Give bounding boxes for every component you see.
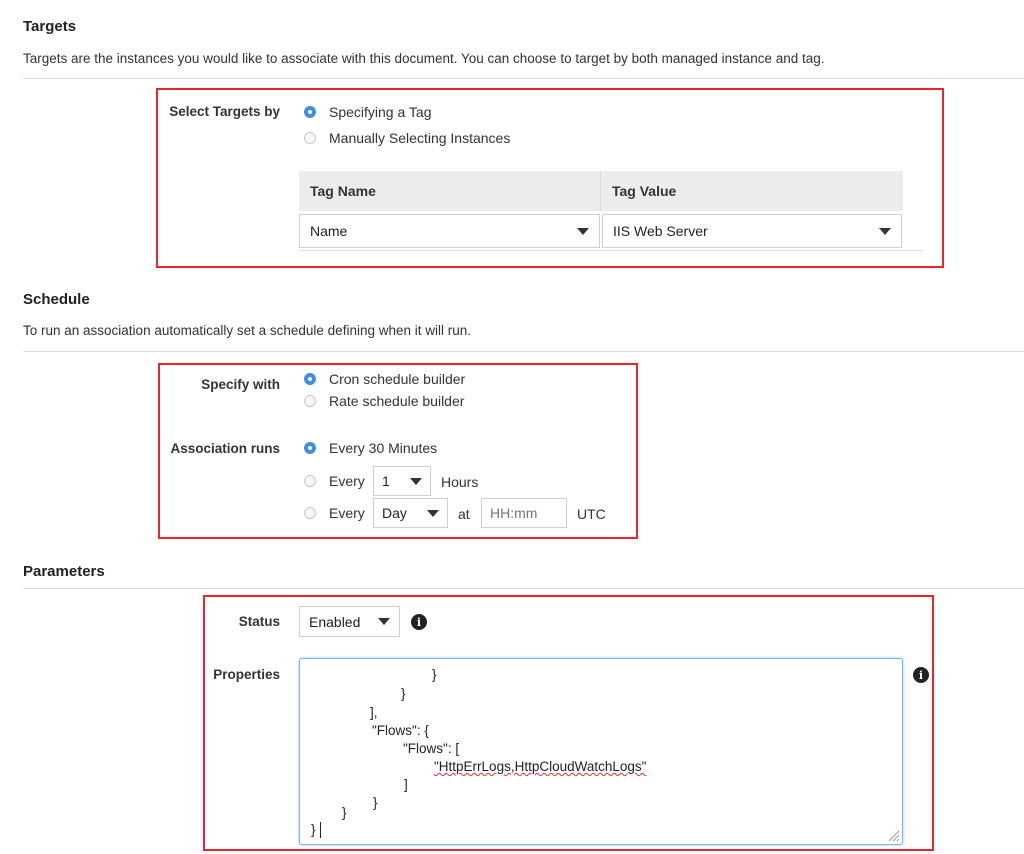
- at-label: at: [458, 506, 470, 522]
- radio-every-day[interactable]: Every: [304, 505, 365, 521]
- divider: [23, 351, 1024, 352]
- table-header-tag-value: Tag Value: [601, 171, 903, 211]
- radio-label: Every 30 Minutes: [329, 440, 438, 456]
- status-value: Enabled: [309, 613, 361, 630]
- code-line: ]: [404, 777, 408, 792]
- radio-button[interactable]: [304, 132, 316, 144]
- radio-label: Specifying a Tag: [329, 104, 432, 120]
- code-line: "Flows": [: [403, 741, 460, 756]
- code-line: ],: [370, 705, 378, 720]
- tag-name-value: Name: [310, 223, 348, 239]
- radio-specifying-tag[interactable]: Specifying a Tag: [304, 104, 431, 120]
- radio-button-selected[interactable]: [304, 442, 316, 454]
- select-targets-label: Select Targets by: [169, 104, 280, 119]
- tag-value-select[interactable]: IIS Web Server: [602, 214, 902, 248]
- radio-label: Every: [329, 473, 365, 489]
- tag-value-value: IIS Web Server: [613, 223, 708, 239]
- divider: [23, 588, 1024, 589]
- hours-value: 1: [382, 473, 390, 489]
- radio-label: Every: [329, 505, 365, 521]
- resize-grip-icon[interactable]: [886, 828, 900, 842]
- info-icon[interactable]: i: [411, 614, 427, 630]
- code-line: "Flows": {: [372, 723, 429, 738]
- parameters-heading: Parameters: [23, 563, 105, 580]
- utc-label: UTC: [577, 506, 606, 522]
- code-line: }: [311, 822, 316, 837]
- association-runs-label: Association runs: [170, 441, 280, 456]
- properties-label: Properties: [213, 667, 280, 682]
- day-value: Day: [382, 505, 407, 521]
- radio-button[interactable]: [304, 507, 316, 519]
- chevron-down-icon: [378, 618, 390, 625]
- radio-every-30-minutes[interactable]: Every 30 Minutes: [304, 440, 437, 456]
- time-input[interactable]: [481, 498, 567, 528]
- code-line: }: [401, 686, 406, 701]
- radio-every-hours[interactable]: Every: [304, 473, 365, 489]
- day-select[interactable]: Day: [373, 498, 448, 528]
- table-header-tag-name: Tag Name: [299, 171, 601, 211]
- radio-button-selected[interactable]: [304, 373, 316, 385]
- chevron-down-icon: [410, 477, 422, 485]
- code-line: }: [342, 805, 347, 820]
- code-line-spellcheck: "HttpErrLogs,HttpCloudWatchLogs": [434, 759, 647, 774]
- text-cursor: [320, 822, 321, 838]
- specify-with-label: Specify with: [201, 377, 280, 392]
- tag-name-select[interactable]: Name: [299, 214, 600, 248]
- targets-description: Targets are the instances you would like…: [23, 51, 825, 66]
- status-label: Status: [238, 614, 280, 629]
- radio-label: Rate schedule builder: [329, 393, 465, 409]
- status-select[interactable]: Enabled: [299, 606, 400, 637]
- radio-button-selected[interactable]: [304, 106, 316, 118]
- radio-button[interactable]: [304, 395, 316, 407]
- info-icon[interactable]: i: [913, 667, 929, 683]
- targets-heading: Targets: [23, 18, 77, 35]
- schedule-heading: Schedule: [23, 291, 90, 308]
- code-line: }: [432, 667, 437, 682]
- schedule-description: To run an association automatically set …: [23, 323, 471, 338]
- radio-rate-builder[interactable]: Rate schedule builder: [304, 393, 464, 409]
- radio-label: Manually Selecting Instances: [329, 130, 511, 146]
- properties-textarea[interactable]: } } ], "Flows": { "Flows": [ "HttpErrLog…: [299, 658, 903, 845]
- radio-button[interactable]: [304, 475, 316, 487]
- radio-label: Cron schedule builder: [329, 371, 466, 387]
- table-bottom-rule: [299, 250, 923, 251]
- radio-cron-builder[interactable]: Cron schedule builder: [304, 371, 465, 387]
- chevron-down-icon: [577, 227, 589, 235]
- chevron-down-icon: [879, 227, 891, 235]
- chevron-down-icon: [427, 509, 439, 517]
- code-line: }: [373, 795, 378, 810]
- divider: [23, 78, 1024, 79]
- radio-manual-instances[interactable]: Manually Selecting Instances: [304, 130, 510, 146]
- hours-select[interactable]: 1: [373, 466, 431, 496]
- hours-label: Hours: [441, 474, 479, 490]
